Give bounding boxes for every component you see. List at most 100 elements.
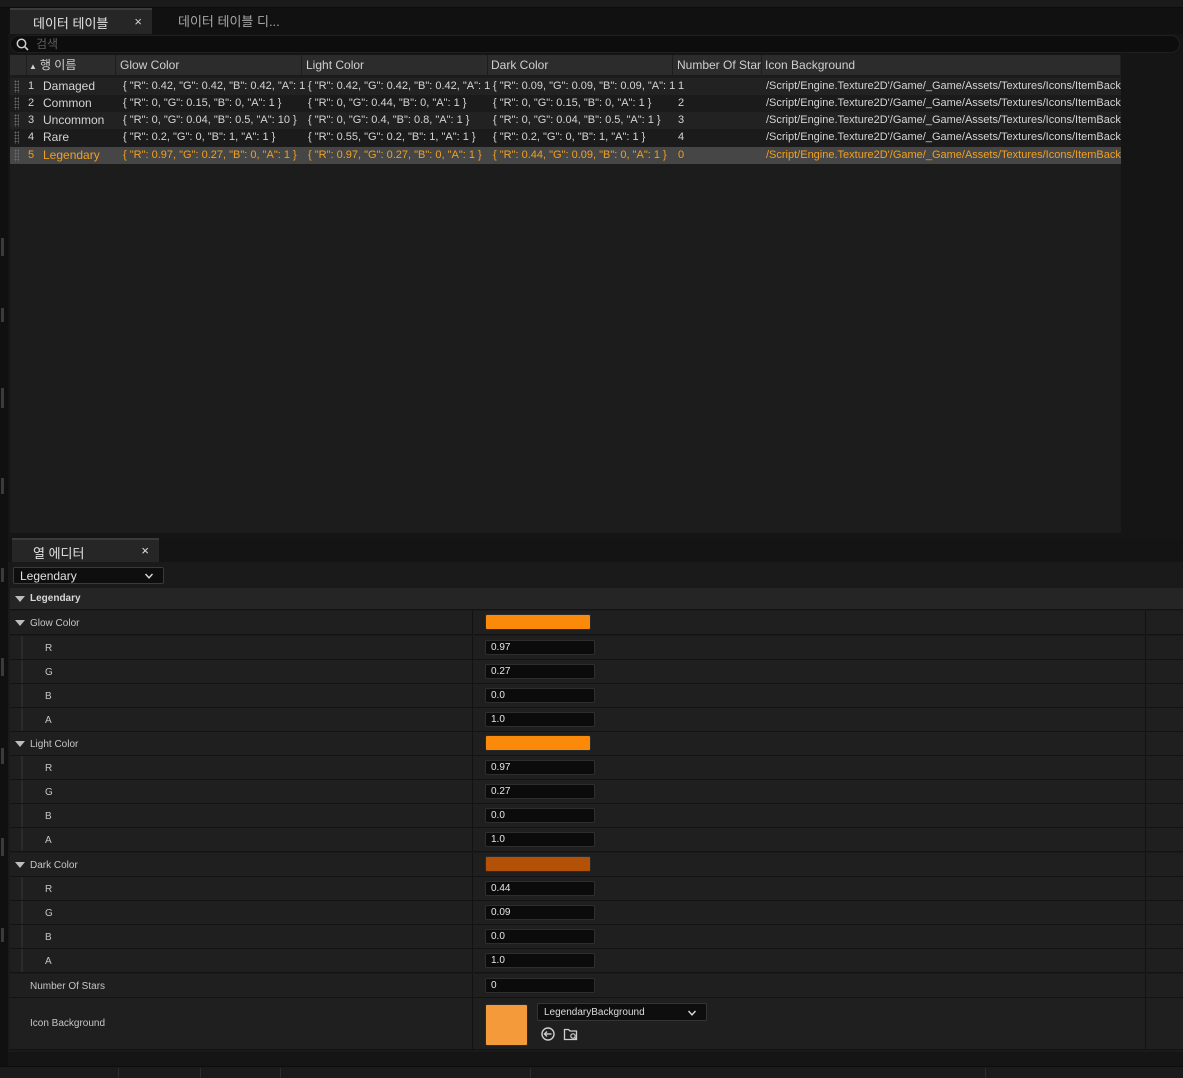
column-header-glow-color[interactable]: Glow Color [116, 55, 302, 76]
light-r-input[interactable]: 0.97 [485, 760, 595, 775]
light-g-input[interactable]: 0.27 [485, 784, 595, 799]
tab-data-table-definition[interactable]: 데이터 테이블 디... [166, 8, 316, 34]
category-row-legendary[interactable]: Legendary [10, 588, 1183, 610]
dark-b-input[interactable]: 0.0 [485, 929, 595, 944]
data-table: ▲ 행 이름 Glow Color Light Color Dark Color … [10, 55, 1121, 533]
row-name: Rare [43, 130, 70, 144]
cell-icon-background: /Script/Engine.Texture2D'/Game/_Game/Ass… [766, 131, 1121, 143]
channel-label: R [45, 763, 53, 774]
expand-arrow-icon[interactable] [15, 741, 25, 747]
property-dark-color: Dark Color [10, 853, 1183, 877]
column-editor-tab-bar: 열 에디터 × [8, 538, 1183, 562]
glow-g-input[interactable]: 0.27 [485, 664, 595, 679]
column-header-dark-color[interactable]: Dark Color [487, 55, 673, 76]
row-selector-dropdown[interactable]: Legendary [13, 567, 164, 584]
top-strip [0, 0, 1183, 8]
cell-number-of-stars: 2 [678, 97, 685, 109]
icon-background-thumbnail[interactable] [485, 1004, 528, 1046]
property-light-color: Light Color [10, 732, 1183, 756]
chevron-down-icon [688, 1010, 696, 1016]
asset-picker-value: LegendaryBackground [544, 1007, 645, 1018]
row-selector-value: Legendary [20, 569, 77, 583]
light-color-swatch[interactable] [485, 735, 591, 751]
cell-light-color: { "R": 0, "G": 0.4, "B": 0.8, "A": 1 } [308, 114, 470, 126]
cell-icon-background: /Script/Engine.Texture2D'/Game/_Game/Ass… [766, 149, 1121, 161]
glow-r-input[interactable]: 0.97 [485, 640, 595, 655]
dark-a-input[interactable]: 1.0 [485, 953, 595, 968]
property-light-g: G 0.27 [10, 780, 1183, 804]
expand-arrow-icon[interactable] [15, 596, 25, 602]
number-of-stars-input[interactable]: 0 [485, 978, 595, 993]
search-icon [16, 38, 29, 51]
chevron-down-icon [145, 573, 153, 579]
glow-color-swatch[interactable] [485, 614, 591, 630]
property-label: Dark Color [30, 860, 78, 871]
row-number: 2 [28, 97, 35, 109]
dark-r-input[interactable]: 0.44 [485, 881, 595, 896]
table-empty-gutter [1121, 55, 1183, 533]
table-row[interactable]: 1 Damaged { "R": 0.42, "G": 0.42, "B": 0… [10, 78, 1121, 95]
tab-column-editor[interactable]: 열 에디터 × [12, 538, 159, 562]
channel-label: R [45, 884, 53, 895]
tab-label: 데이터 테이블 [33, 16, 109, 31]
property-number-of-stars: Number Of Stars 0 [10, 974, 1183, 998]
search-bar[interactable] [10, 35, 1180, 53]
light-b-input[interactable]: 0.0 [485, 808, 595, 823]
drag-handle[interactable] [14, 131, 19, 144]
use-selected-asset-icon[interactable] [540, 1026, 556, 1042]
dark-g-input[interactable]: 0.09 [485, 905, 595, 920]
table-row[interactable]: 3 Uncommon { "R": 0, "G": 0.04, "B": 0.5… [10, 112, 1121, 129]
search-input[interactable] [36, 36, 436, 52]
row-number: 5 [28, 149, 35, 161]
drag-handle[interactable] [14, 80, 19, 93]
column-header-number-of-stars[interactable]: Number Of Stars [673, 55, 762, 76]
cell-number-of-stars: 0 [678, 149, 685, 161]
cell-light-color: { "R": 0, "G": 0.44, "B": 0, "A": 1 } [308, 97, 467, 109]
drag-handle[interactable] [14, 149, 19, 162]
channel-label: A [45, 835, 52, 846]
light-a-input[interactable]: 1.0 [485, 832, 595, 847]
sort-ascending-icon: ▲ [29, 62, 37, 71]
document-tab-bar: 데이터 테이블 × 데이터 테이블 디... [8, 8, 1183, 34]
column-header-row-name[interactable]: ▲ 행 이름 [27, 55, 116, 76]
cell-glow-color: { "R": 0, "G": 0.04, "B": 0.5, "A": 10 } [123, 114, 297, 126]
channel-label: B [45, 691, 52, 702]
tab-label: 열 에디터 [33, 546, 85, 561]
cell-light-color: { "R": 0.55, "G": 0.2, "B": 1, "A": 1 } [308, 131, 476, 143]
property-glow-color: Glow Color [10, 611, 1183, 635]
property-light-r: R 0.97 [10, 756, 1183, 780]
tab-data-table[interactable]: 데이터 테이블 × [10, 8, 152, 34]
channel-label: G [45, 667, 53, 678]
property-dark-g: G 0.09 [10, 901, 1183, 925]
row-name: Damaged [43, 79, 96, 93]
drag-handle[interactable] [14, 97, 19, 110]
browse-asset-icon[interactable] [563, 1026, 579, 1042]
property-label: Number Of Stars [30, 981, 106, 992]
property-glow-a: A 1.0 [10, 708, 1183, 732]
channel-label: B [45, 811, 52, 822]
expand-arrow-icon[interactable] [15, 862, 25, 868]
cell-number-of-stars: 3 [678, 114, 685, 126]
cell-icon-background: /Script/Engine.Texture2D'/Game/_Game/Ass… [766, 114, 1121, 126]
glow-a-input[interactable]: 1.0 [485, 712, 595, 727]
column-header-icon-background[interactable]: Icon Background [761, 55, 1121, 76]
table-row[interactable]: 2 Common { "R": 0, "G": 0.15, "B": 0, "A… [10, 95, 1121, 112]
table-row-selected[interactable]: 5 Legendary { "R": 0.97, "G": 0.27, "B":… [10, 147, 1121, 164]
expand-arrow-icon[interactable] [15, 620, 25, 626]
dark-color-swatch[interactable] [485, 856, 591, 872]
table-row[interactable]: 4 Rare { "R": 0.2, "G": 0, "B": 1, "A": … [10, 129, 1121, 146]
asset-picker-dropdown[interactable]: LegendaryBackground [537, 1003, 707, 1021]
cell-dark-color: { "R": 0, "G": 0.04, "B": 0.5, "A": 1 } [493, 114, 661, 126]
header-spacer [10, 55, 27, 76]
drag-handle[interactable] [14, 114, 19, 127]
property-glow-r: R 0.97 [10, 636, 1183, 660]
cell-glow-color: { "R": 0.42, "G": 0.42, "B": 0.42, "A": … [123, 80, 306, 92]
close-icon[interactable]: × [141, 543, 149, 558]
glow-b-input[interactable]: 0.0 [485, 688, 595, 703]
cell-dark-color: { "R": 0.44, "G": 0.09, "B": 0, "A": 1 } [493, 149, 667, 161]
column-header-light-color[interactable]: Light Color [302, 55, 488, 76]
cell-icon-background: /Script/Engine.Texture2D'/Game/_Game/Ass… [766, 80, 1121, 92]
close-icon[interactable]: × [134, 14, 142, 29]
cell-dark-color: { "R": 0, "G": 0.15, "B": 0, "A": 1 } [493, 97, 652, 109]
status-bar [0, 1066, 1183, 1078]
